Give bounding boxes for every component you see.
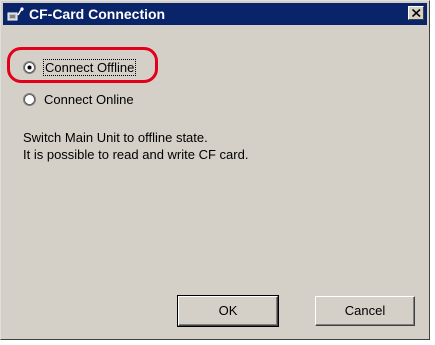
- description-text: Switch Main Unit to offline state. It is…: [23, 129, 248, 163]
- connect-online-label: Connect Online: [44, 92, 134, 107]
- cancel-button[interactable]: Cancel: [315, 296, 415, 326]
- highlight-annotation: [7, 47, 158, 83]
- ok-button[interactable]: OK: [177, 295, 279, 327]
- description-line-1: Switch Main Unit to offline state.: [23, 130, 208, 145]
- window-title: CF-Card Connection: [29, 6, 166, 22]
- description-line-2: It is possible to read and write CF card…: [23, 147, 249, 162]
- close-button[interactable]: [408, 6, 424, 20]
- title-bar[interactable]: CF-Card Connection: [3, 3, 427, 25]
- close-icon: [412, 9, 421, 17]
- radio-unselected-icon: [23, 93, 36, 106]
- cf-card-connection-icon: [7, 6, 25, 22]
